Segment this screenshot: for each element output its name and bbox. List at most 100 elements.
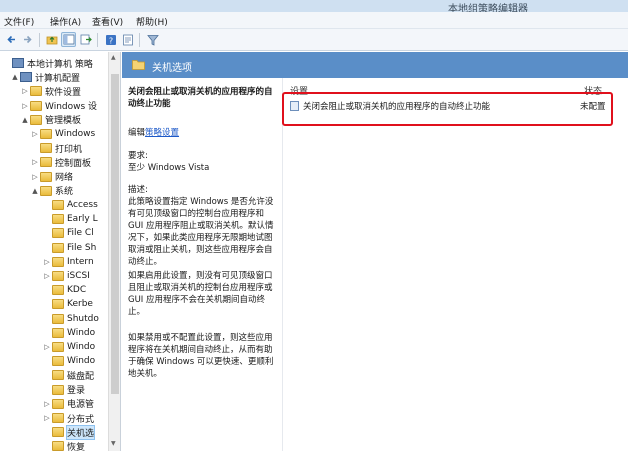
tree-item[interactable]: ▲ 系统 (30, 184, 73, 198)
tree-item-label: 计算机配置 (35, 73, 81, 84)
edit-policy-link[interactable]: 策略设置 (145, 128, 179, 138)
description-pane: 关闭会阻止或取消关机的应用程序的自动终止功能 编辑策略设置 要求: 至少 Win… (122, 78, 282, 451)
tree-item[interactable]: Windo (42, 326, 95, 340)
collapsed-arrow-icon[interactable]: ▷ (30, 173, 40, 181)
tree-item[interactable]: ▷ Windo (42, 340, 95, 354)
tree-item[interactable]: ▷ Windows 设 (20, 99, 97, 113)
edit-prefix: 编辑 (128, 128, 146, 138)
menu-action[interactable]: 操作(A) (50, 15, 81, 28)
highlight-annotation-box (282, 92, 613, 126)
forward-arrow-icon[interactable] (20, 32, 35, 47)
tree-item-label: 关机选 (65, 424, 96, 440)
help-icon[interactable]: ? (103, 32, 118, 47)
tree-item-label: 控制面板 (55, 158, 92, 169)
expanded-arrow-icon[interactable]: ▲ (10, 73, 20, 81)
tree-item-label: 打印机 (55, 144, 83, 155)
toolbar-separator (39, 33, 40, 47)
folder-icon (52, 384, 64, 395)
folder-icon (52, 356, 64, 367)
tree-item[interactable]: ▷ 控制面板 (30, 155, 91, 169)
tree-item[interactable]: ▷ 电源管 (42, 397, 94, 411)
tree-item[interactable]: File Sh (42, 241, 96, 255)
tree-item[interactable]: ▲ 计算机配置 (10, 70, 80, 84)
tree-item[interactable]: KDC (42, 283, 86, 297)
folder-icon (40, 143, 52, 154)
collapsed-arrow-icon[interactable]: ▷ (30, 130, 40, 138)
tree-item-label: File Sh (67, 242, 97, 253)
tree-item[interactable]: ▷ Windows (30, 127, 95, 141)
tree-item[interactable]: 恢复 (42, 439, 85, 451)
folder-icon (52, 285, 64, 296)
collapsed-arrow-icon[interactable]: ▷ (42, 414, 52, 422)
expanded-arrow-icon[interactable]: ▲ (20, 116, 30, 124)
folder-icon (52, 271, 64, 281)
collapsed-arrow-icon[interactable]: ▷ (30, 158, 40, 166)
tree-item-label: 登录 (67, 386, 86, 397)
tree-item[interactable]: ▷ Intern (42, 255, 94, 269)
tree-item-label: 本地计算机 策略 (27, 59, 93, 70)
folder-icon (52, 299, 64, 310)
tree-item-label: Windo (67, 356, 96, 367)
description-paragraph-1: 此策略设置指定 Windows 是否允许没有可见顶级窗口的控制台应用程序和 GU… (128, 197, 274, 267)
tree-item[interactable]: Windo (42, 354, 95, 368)
menu-view[interactable]: 查看(V) (92, 15, 123, 28)
tree-item[interactable]: ▷ 网络 (30, 170, 73, 184)
collapsed-arrow-icon[interactable]: ▷ (42, 343, 52, 351)
export-icon[interactable] (78, 32, 93, 47)
properties-icon[interactable] (120, 32, 135, 47)
collapsed-arrow-icon[interactable]: ▷ (20, 87, 30, 95)
requirements-value: 至少 Windows Vista (128, 163, 210, 173)
folder-icon (40, 185, 52, 196)
filter-icon[interactable] (145, 32, 160, 47)
folder-icon (30, 114, 42, 125)
menu-bar: 文件(F) 操作(A) 查看(V) 帮助(H) (0, 12, 628, 29)
tree-item[interactable]: Early L (42, 212, 98, 226)
scroll-thumb[interactable] (111, 74, 119, 394)
tree-item[interactable]: 本地计算机 策略 (2, 56, 93, 70)
tree-item[interactable]: Kerbe (42, 297, 93, 311)
section-header: 关机选项 (122, 52, 628, 78)
toolbar-separator (97, 33, 98, 47)
tree-pane: 本地计算机 策略 ▲ 计算机配置 ▷ 软件设置 ▷ Windows 设 ▲ 管理模板 ▷ Windo… (0, 52, 121, 451)
tree-item-label: 软件设置 (45, 87, 82, 98)
pane-divider[interactable] (282, 78, 283, 451)
collapsed-arrow-icon[interactable]: ▷ (42, 258, 52, 266)
tree-item[interactable]: Shutdo (42, 312, 99, 326)
expanded-arrow-icon[interactable]: ▲ (30, 187, 40, 195)
tree-item-label: 磁盘配 (67, 371, 95, 382)
tree-item[interactable]: 打印机 (30, 141, 82, 155)
back-arrow-icon[interactable] (4, 32, 19, 47)
folder-icon (52, 214, 64, 225)
description-label: 描述: (128, 185, 148, 195)
folder-icon (52, 228, 64, 239)
folder-icon (40, 129, 52, 139)
tree-scrollbar[interactable]: ▲ ▼ (108, 52, 120, 451)
tree-item[interactable]: 磁盘配 (42, 368, 94, 382)
tree-item[interactable]: 登录 (42, 383, 85, 397)
tree-item[interactable]: ▷ iSCSI (42, 269, 90, 283)
collapsed-arrow-icon[interactable]: ▷ (42, 400, 52, 408)
tree-item-label: Intern (67, 256, 94, 267)
tree-item[interactable]: 关机选 (42, 424, 96, 440)
scroll-up-icon[interactable]: ▲ (111, 54, 116, 61)
toolbar-separator (139, 33, 140, 47)
tree-item[interactable]: ▲ 管理模板 (20, 113, 81, 127)
folder-icon (30, 100, 42, 111)
tree-item[interactable]: ▷ 软件设置 (20, 84, 81, 98)
up-folder-icon[interactable] (44, 32, 59, 47)
tree-item-label: Windo (67, 327, 96, 338)
scroll-down-icon[interactable]: ▼ (111, 440, 116, 447)
title-bar: 本地组策略编辑器 (0, 0, 628, 15)
collapsed-arrow-icon[interactable]: ▷ (20, 102, 30, 110)
tree-item[interactable]: ▷ 分布式 (42, 411, 94, 425)
menu-file[interactable]: 文件(F) (4, 15, 34, 28)
menu-help[interactable]: 帮助(H) (136, 15, 168, 28)
collapsed-arrow-icon[interactable]: ▷ (42, 272, 52, 280)
folder-icon (52, 441, 64, 451)
settings-list-pane: 设置 状态 关闭会阻止或取消关机的应用程序的自动终止功能 未配置 (282, 78, 628, 451)
show-tree-icon[interactable] (61, 32, 76, 47)
tree-item[interactable]: Access (42, 198, 98, 212)
folder-icon (52, 413, 64, 423)
folder-icon (52, 313, 64, 324)
tree-item[interactable]: File Cl (42, 226, 94, 240)
